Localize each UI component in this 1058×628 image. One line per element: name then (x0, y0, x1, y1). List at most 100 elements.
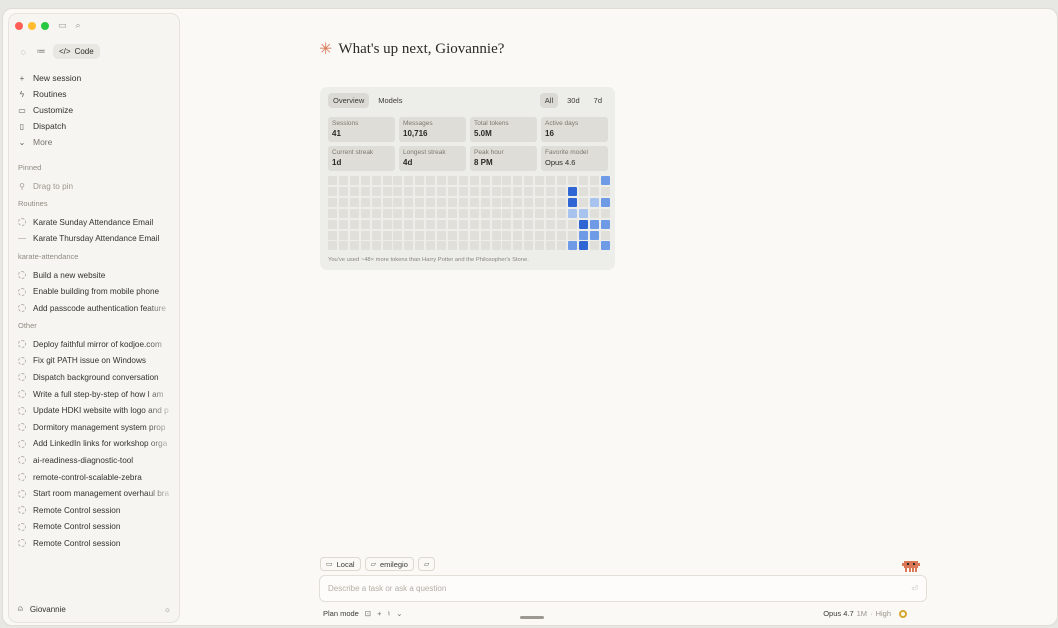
heatmap-cell (535, 197, 545, 207)
stat-label: Active days (545, 120, 579, 127)
add-folder-button[interactable]: ▱ (417, 557, 436, 571)
mode-switcher: ◌ ≔ </> Code (17, 44, 100, 59)
sidebar-item-dispatch[interactable]: ▯ Dispatch (18, 118, 178, 134)
sidebar-item-customize[interactable]: ▭ Customize (18, 102, 178, 118)
resize-handle[interactable] (520, 616, 544, 619)
session-status-icon (18, 271, 26, 280)
settings-icon[interactable]: ☼ (164, 605, 171, 614)
model-selector[interactable]: Opus 4.7 1M · High (823, 609, 907, 618)
heatmap-cell (349, 241, 359, 251)
chevron-down-icon[interactable]: ⌄ (396, 609, 402, 618)
heatmap-cell (502, 230, 512, 240)
close-window-button[interactable] (15, 21, 23, 30)
heatmap-cell (524, 186, 534, 196)
heatmap-cell (600, 176, 610, 185)
tab-models[interactable]: Models (373, 93, 407, 108)
heatmap-cell (437, 208, 446, 218)
stat-cards: Sessions 41 Messages 10,716 Total tokens 5.… (328, 117, 608, 171)
plan-mode-toggle[interactable]: Plan mode (323, 609, 359, 618)
minimize-window-button[interactable] (28, 21, 36, 30)
stat-value: 16 (545, 129, 554, 138)
list-item[interactable]: ai-readiness-diagnostic-tool (18, 452, 176, 469)
plus-icon[interactable]: + (377, 609, 381, 618)
sidebar-item-new-session[interactable]: + New session (18, 70, 178, 86)
heatmap-cell (524, 241, 534, 251)
environment-chip[interactable]: ▭ Local (320, 557, 361, 571)
heatmap-cell (589, 197, 599, 207)
heatmap-cell (404, 208, 414, 218)
stat-value: 5.0M (474, 129, 492, 138)
list-item[interactable]: Fix git PATH issue on Windows (18, 353, 176, 370)
list-item[interactable]: Add passcode authentication feature (18, 300, 176, 317)
heatmap-cell (426, 197, 436, 207)
list-item[interactable]: Build a new website (18, 267, 176, 284)
list-item[interactable]: Dispatch background conversation (18, 369, 176, 386)
session-status-icon (18, 356, 26, 365)
heatmap-cell (491, 219, 501, 229)
folder-icon: ▱ (370, 561, 376, 568)
tab-code[interactable]: </> Code (53, 44, 100, 59)
heatmap-cell (437, 230, 446, 240)
list-item[interactable]: Remote Control session (18, 502, 176, 519)
session-status-icon (18, 489, 26, 498)
heatmap-cell (600, 219, 610, 229)
window-controls: ▭ ⌕ (15, 20, 81, 31)
item-label: Deploy faithful mirror of kodjoe.com (33, 339, 162, 349)
pin-icon: ⚲ (19, 181, 25, 191)
user-profile[interactable]: ⍝ Giovannie (18, 604, 66, 614)
chat-icon[interactable]: ◌ (17, 47, 29, 57)
list-item[interactable]: Update HDKI website with logo and p (18, 402, 176, 419)
tasks-icon[interactable]: ≔ (35, 46, 47, 57)
search-icon[interactable]: ⌕ (76, 20, 81, 31)
list-item[interactable]: Add LinkedIn links for workshop orga (18, 435, 176, 453)
list-item[interactable]: Dormitory management system prop (18, 418, 176, 436)
sidebar-item-more[interactable]: ⌄ More (18, 134, 178, 150)
range-30d[interactable]: 30d (562, 93, 585, 108)
list-item[interactable]: remote-control-scalable-zebra (18, 469, 176, 486)
prompt-input[interactable]: Describe a task or ask a question ⏎ (319, 575, 927, 602)
sidebar-nav: + New session ϟ Routines ▭ Customize ▯ Dispa… (18, 70, 178, 150)
heatmap-cell (480, 208, 490, 218)
session-status-icon (18, 439, 26, 448)
sidebar-toggle-icon[interactable]: ▭ (58, 20, 67, 31)
pinned-section: Pinned ⚲ Drag to pin (18, 162, 178, 195)
heatmap-cell (349, 176, 359, 185)
list-item[interactable]: Start room management overhaul bra (18, 485, 176, 502)
heatmap-cell (415, 186, 425, 196)
composer-toolbar: Plan mode ⊡ + ♮ ⌄ (323, 609, 403, 618)
heatmap-cell (393, 241, 403, 251)
heatmap-cell (480, 176, 490, 185)
list-item[interactable]: Remote Control session (18, 519, 176, 536)
list-item[interactable]: Write a full step-by-step of how I am (18, 385, 176, 403)
prompt-placeholder: Describe a task or ask a question (328, 584, 447, 593)
item-label: Enable building from mobile phone (33, 287, 160, 297)
usage-stats-panel: Overview Models All 30d 7d Sessions 41 Me… (320, 87, 615, 270)
user-icon: ⍝ (18, 604, 23, 613)
workspace-chips: ▭ Local ▱ emilegio ▱ (320, 557, 436, 571)
stat-card-active-days: Active days 16 (541, 117, 608, 142)
range-7d[interactable]: 7d (589, 93, 607, 108)
heatmap-cell (382, 230, 392, 240)
enter-icon[interactable]: ⏎ (911, 584, 918, 593)
list-item[interactable]: Remote Control session (18, 535, 176, 552)
checklist-icon[interactable]: ⊡ (365, 609, 371, 618)
tab-overview[interactable]: Overview (328, 93, 370, 108)
heatmap-cell (535, 219, 545, 229)
folder-chip[interactable]: ▱ emilegio (364, 557, 414, 571)
heatmap-cell (556, 197, 566, 207)
range-all[interactable]: All (539, 93, 559, 108)
microphone-icon[interactable]: ♮ (388, 609, 391, 618)
list-item[interactable]: Karate Thursday Attendance Email (18, 231, 176, 248)
list-item[interactable]: Deploy faithful mirror of kodjoe.com (18, 336, 176, 353)
heatmap-cell (415, 176, 425, 185)
sidebar-item-routines[interactable]: ϟ Routines (18, 86, 178, 102)
maximize-window-button[interactable] (41, 21, 49, 30)
heatmap-cell (546, 208, 555, 218)
list-item[interactable]: Karate Sunday Attendance Email (18, 214, 176, 231)
list-item[interactable]: Enable building from mobile phone (18, 284, 176, 301)
heatmap-cell (567, 208, 577, 218)
heatmap-cell (393, 176, 403, 185)
heatmap-cell (469, 208, 479, 218)
heatmap-cell (491, 197, 501, 207)
heatmap-cell (546, 176, 555, 185)
